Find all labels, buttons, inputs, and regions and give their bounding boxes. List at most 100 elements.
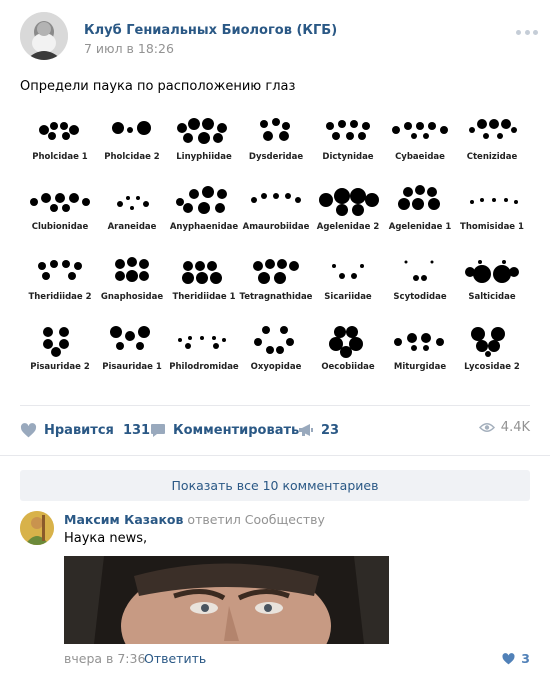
reply-button[interactable]: Ответить (144, 651, 206, 666)
eye-dot (415, 185, 425, 195)
eye-dot (178, 338, 182, 342)
eye-pattern-cell: Dysderidae (240, 108, 312, 176)
eye-pattern-graphic (115, 257, 149, 282)
eye-pattern-cell: Theridiidae 1 (168, 248, 240, 316)
eye-dot (42, 272, 50, 280)
eye-dot (404, 260, 408, 264)
eye-dot (476, 340, 488, 352)
eye-pattern-cell: Anyphaenidae (168, 178, 240, 246)
eye-dot (394, 338, 402, 346)
share-count: 23 (321, 422, 340, 438)
eye-pattern-cell: Amaurobiidae (240, 178, 312, 246)
comment-author-line: Максим Казаков ответил Сообществу (64, 512, 325, 527)
views-count: 4.4K (500, 420, 530, 435)
reply-note: ответил Сообществу (187, 512, 325, 527)
eye-pattern-cell: Pholcidae 2 (96, 108, 168, 176)
eye-dot (136, 196, 140, 200)
eye-dot (285, 193, 291, 199)
show-all-comments-button[interactable]: Показать все 10 комментариев (20, 470, 530, 501)
eye-dot (139, 271, 149, 281)
eye-dot (360, 264, 364, 268)
eye-pattern-graphic (43, 327, 69, 357)
eye-pattern-cell: Philodromidae (168, 318, 240, 386)
eye-dot (177, 123, 187, 133)
eye-pattern-cell: Agelenidae 1 (384, 178, 456, 246)
eye-pattern-cell: Lycosidae 2 (456, 318, 528, 386)
eye-dot (202, 186, 214, 198)
eye-dot (126, 196, 130, 200)
commenter-avatar[interactable] (20, 511, 54, 545)
eye-dot (514, 200, 518, 204)
eye-dot (440, 126, 448, 134)
eye-dot (48, 132, 56, 140)
post-date[interactable]: 7 июл в 18:26 (84, 41, 174, 56)
more-dots-icon[interactable] (516, 28, 538, 36)
post-text: Определи паука по расположению глаз (20, 79, 296, 94)
comment-time[interactable]: вчера в 7:36 (64, 651, 145, 666)
eye-dot (137, 121, 151, 135)
like-button[interactable]: Нравится 131 (20, 420, 150, 440)
comment-author-link[interactable]: Максим Казаков (64, 512, 183, 527)
eye-dot (365, 193, 379, 207)
eye-dot (346, 326, 358, 338)
eye-dot (477, 119, 487, 129)
eye-dot (493, 265, 511, 283)
eye-pattern-cell: Oecobiidae (312, 318, 384, 386)
eye-dot (207, 261, 217, 271)
eye-dot (404, 122, 412, 130)
eye-dot (416, 122, 424, 130)
eye-pattern-cell: Pisauridae 1 (96, 318, 168, 386)
eye-dot (50, 122, 58, 130)
eye-dot (51, 347, 61, 357)
eye-pattern-graphic (394, 333, 444, 351)
eye-dot (43, 327, 53, 337)
eye-pattern-cell: Sicariidae (312, 248, 384, 316)
eye-dot (55, 193, 65, 203)
eye-dot (280, 326, 288, 334)
eye-dot (478, 260, 482, 264)
eye-dot (336, 204, 348, 216)
eye-dot (421, 275, 427, 281)
eye-pattern-cell: Clubionidae (24, 178, 96, 246)
eye-dot (117, 201, 123, 207)
comment-like-button[interactable]: 3 (502, 651, 530, 666)
group-name-link[interactable]: Клуб Гениальных Биологов (КГБ) (84, 23, 337, 38)
eye-dot (115, 259, 125, 269)
spider-eye-chart-image[interactable]: Pholcidae 1 Pholcidae 2 Linyphiidae Dysderi… (20, 102, 530, 386)
eye-pattern-cell: Salticidae (456, 248, 528, 316)
eye-dot (276, 346, 284, 354)
eye-dot (258, 272, 270, 284)
eye-pattern-graphic (177, 118, 227, 144)
eye-dot (217, 189, 227, 199)
eye-icon (478, 423, 495, 432)
eye-dot (139, 259, 149, 269)
share-button[interactable]: 23 (298, 420, 339, 440)
eye-dot (266, 346, 274, 354)
eye-dot (509, 267, 519, 277)
eye-dot (427, 187, 437, 197)
group-avatar[interactable] (20, 12, 68, 60)
eye-dot (30, 198, 38, 206)
eye-dot (254, 338, 262, 346)
megaphone-icon (299, 424, 313, 436)
eye-pattern-graphic (326, 120, 370, 140)
comment-photo[interactable] (64, 556, 389, 644)
eye-pattern-cell: Oxyopidae (240, 318, 312, 386)
eye-dot (277, 259, 287, 269)
eye-pattern-graphic (329, 326, 363, 358)
comment-button[interactable]: Комментировать (150, 420, 299, 440)
eye-dot (196, 272, 208, 284)
eye-pattern-graphic (182, 261, 222, 284)
eye-dot (339, 273, 345, 279)
eye-dot (210, 272, 222, 284)
eye-dot (350, 120, 358, 128)
eye-dot (398, 198, 410, 210)
spider-family-label: Ctenizidae (466, 152, 518, 162)
divider (0, 455, 550, 456)
eye-dot (263, 131, 273, 141)
eye-dot (326, 122, 334, 130)
eye-dot (176, 198, 184, 206)
eye-dot (69, 193, 79, 203)
eye-dot (473, 265, 491, 283)
eye-pattern-cell: Scytodidae (384, 248, 456, 316)
